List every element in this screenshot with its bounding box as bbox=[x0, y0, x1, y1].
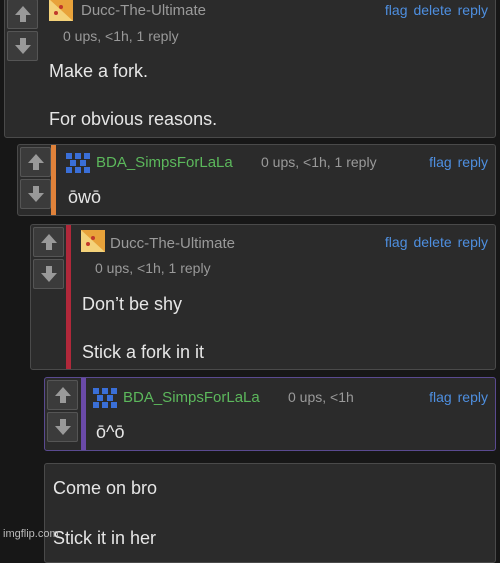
comment-actions: flag delete reply bbox=[379, 2, 488, 18]
comment-1: Ducc-The-Ultimate 0 ups, <1h, 1 reply fl… bbox=[4, 0, 496, 138]
comment-actions: flag reply bbox=[423, 154, 488, 170]
vote-controls bbox=[33, 227, 66, 289]
flag-link[interactable]: flag bbox=[385, 234, 408, 250]
pizza-avatar-icon[interactable] bbox=[81, 230, 105, 252]
comment-text-line: Stick a fork in it bbox=[82, 342, 205, 362]
downvote-button[interactable] bbox=[7, 31, 38, 61]
up-arrow-icon bbox=[14, 6, 31, 22]
flag-link[interactable]: flag bbox=[429, 154, 452, 170]
thread-stripe bbox=[66, 225, 71, 369]
down-arrow-icon bbox=[14, 38, 31, 54]
down-arrow-icon bbox=[54, 419, 71, 435]
comment-text-line: ōwō bbox=[68, 187, 102, 207]
vote-controls bbox=[47, 380, 80, 442]
pizza-avatar-icon[interactable] bbox=[49, 0, 73, 21]
down-arrow-icon bbox=[40, 266, 57, 282]
username[interactable]: BDA_SimpsForLaLa bbox=[96, 154, 233, 171]
up-arrow-icon bbox=[54, 387, 71, 403]
comment-meta: 0 ups, <1h, 1 reply bbox=[261, 154, 377, 170]
comment-meta: 0 ups, <1h bbox=[288, 389, 354, 405]
comment-text-line: Stick it in her bbox=[53, 528, 157, 548]
thread-stripe bbox=[81, 378, 86, 450]
pixel-avatar-icon[interactable] bbox=[93, 386, 117, 408]
delete-link[interactable]: delete bbox=[413, 2, 451, 18]
comment-actions: flag delete reply bbox=[379, 234, 488, 250]
comment-text-line: Don’t be shy bbox=[82, 294, 183, 314]
username[interactable]: Ducc-The-Ultimate bbox=[110, 235, 235, 252]
flag-link[interactable]: flag bbox=[385, 2, 408, 18]
delete-link[interactable]: delete bbox=[413, 234, 451, 250]
downvote-button[interactable] bbox=[20, 179, 51, 209]
username[interactable]: Ducc-The-Ultimate bbox=[81, 2, 206, 19]
upvote-button[interactable] bbox=[47, 380, 78, 410]
comment-text-line: Make a fork. bbox=[49, 61, 149, 81]
watermark: imgflip.com bbox=[3, 528, 59, 540]
downvote-button[interactable] bbox=[33, 259, 64, 289]
comment-text-line: For obvious reasons. bbox=[49, 109, 218, 129]
flag-link[interactable]: flag bbox=[429, 389, 452, 405]
comment-3: Ducc-The-Ultimate 0 ups, <1h, 1 reply fl… bbox=[30, 224, 496, 370]
upvote-button[interactable] bbox=[20, 147, 51, 177]
vote-controls bbox=[20, 147, 53, 209]
reply-link[interactable]: reply bbox=[458, 154, 488, 170]
reply-link[interactable]: reply bbox=[458, 234, 488, 250]
down-arrow-icon bbox=[27, 186, 44, 202]
up-arrow-icon bbox=[27, 154, 44, 170]
comment-5: Come on bro Stick it in her bbox=[44, 463, 496, 563]
upvote-button[interactable] bbox=[33, 227, 64, 257]
comment-4: BDA_SimpsForLaLa 0 ups, <1h flag reply ō^… bbox=[44, 377, 496, 451]
up-arrow-icon bbox=[40, 234, 57, 250]
reply-link[interactable]: reply bbox=[458, 389, 488, 405]
comment-text-line: Come on bro bbox=[53, 478, 158, 498]
comment-meta: 0 ups, <1h, 1 reply bbox=[63, 28, 179, 44]
comment-meta: 0 ups, <1h, 1 reply bbox=[95, 260, 211, 276]
downvote-button[interactable] bbox=[47, 412, 78, 442]
pixel-avatar-icon[interactable] bbox=[66, 151, 90, 173]
comment-2: BDA_SimpsForLaLa 0 ups, <1h, 1 reply fla… bbox=[17, 144, 496, 216]
upvote-button[interactable] bbox=[7, 0, 38, 29]
vote-controls bbox=[7, 0, 40, 61]
username[interactable]: BDA_SimpsForLaLa bbox=[123, 389, 260, 406]
comment-actions: flag reply bbox=[423, 389, 488, 405]
reply-link[interactable]: reply bbox=[458, 2, 488, 18]
comment-text-line: ō^ō bbox=[96, 422, 125, 442]
